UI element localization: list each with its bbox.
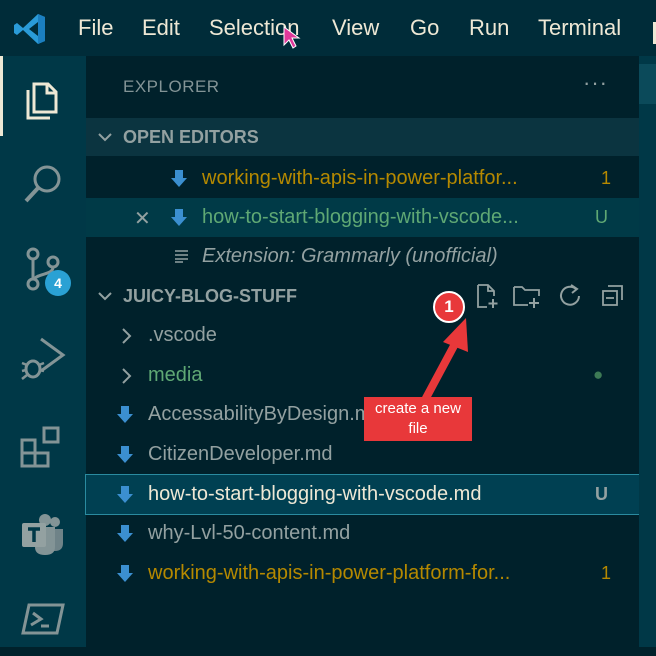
tree-folder-media[interactable]: media ● [86,356,639,395]
activity-powershell[interactable] [0,576,86,656]
menu-file[interactable]: File [78,14,113,42]
editor-edge-scrollbar[interactable] [639,56,656,647]
chevron-right-icon [122,328,132,344]
chevron-right-icon [122,368,132,384]
menu-terminal[interactable]: Terminal [538,14,621,42]
untracked-badge: U [595,207,608,227]
chevron-down-icon [98,133,112,142]
explorer-icon [26,82,58,120]
tree-item-label: media [148,364,203,386]
extensions-icon [20,426,60,468]
preview-lines-icon [175,250,188,263]
tree-item-label: working-with-apis-in-power-platform-for.… [148,562,511,584]
menu-view[interactable]: View [332,14,379,42]
menu-edit[interactable]: Edit [142,14,180,42]
activity-extensions[interactable] [0,404,86,484]
explorer-sidebar: EXPLORER ··· OPEN EDITORS working-with-a… [85,56,640,647]
annotation-callout: create a new file [364,397,472,441]
markdown-download-icon [171,209,187,226]
modified-dot: ● [593,365,604,384]
problem-count: 1 [601,563,612,583]
open-editor-item[interactable]: working-with-apis-in-power-platfor... 1 [86,159,639,198]
tree-file[interactable]: working-with-apis-in-power-platform-for.… [86,554,639,593]
step-number-badge: 1 [433,291,465,323]
tree-item-label: .vscode [148,324,217,346]
menu-bar: File Edit Selection View Go Run Terminal [0,0,656,56]
open-editor-name: working-with-apis-in-power-platfor... [202,167,518,189]
tree-item-label: why-Lvl-50-content.md [148,522,351,544]
new-file-icon[interactable] [474,283,500,309]
open-editor-name: Extension: Grammarly (unofficial) [202,245,498,267]
chevron-down-icon [98,292,112,301]
activity-teams[interactable] [0,492,86,572]
tree-item-label: how-to-start-blogging-with-vscode.md [148,483,482,505]
open-editor-name: how-to-start-blogging-with-vscode... [202,206,519,228]
markdown-download-icon [117,525,133,542]
activity-source-control[interactable]: 4 [0,226,86,306]
tree-file[interactable]: why-Lvl-50-content.md [86,514,639,553]
scroll-thumb[interactable] [639,64,656,104]
activity-explorer[interactable] [0,56,86,136]
markdown-download-icon [117,486,133,503]
tree-file-selected[interactable]: how-to-start-blogging-with-vscode.md U [85,474,640,515]
menu-go[interactable]: Go [410,14,439,42]
folder-label: JUICY-BLOG-STUFF [123,286,297,306]
markdown-download-icon [171,170,187,187]
tree-file[interactable]: AccessabilityByDesign.md [86,395,639,434]
powershell-icon [21,603,65,635]
activity-run-debug[interactable] [0,314,86,394]
problem-count: 1 [601,168,612,188]
markdown-download-icon [117,565,133,582]
menu-run[interactable]: Run [469,14,509,42]
activity-bar: 4 [0,56,86,647]
more-actions-icon[interactable]: ··· [583,70,608,96]
run-debug-icon [21,337,66,380]
activity-search[interactable] [0,142,86,222]
refresh-icon[interactable] [557,283,583,309]
tree-item-label: CitizenDeveloper.md [148,443,333,465]
markdown-download-icon [117,406,133,423]
tree-file[interactable]: CitizenDeveloper.md [86,435,639,474]
collapse-all-icon[interactable] [600,283,626,309]
tree-item-label: AccessabilityByDesign.md [148,403,383,425]
close-icon[interactable]: ✕ [134,206,151,231]
open-editor-item[interactable]: ✕ how-to-start-blogging-with-vscode... U [86,198,639,237]
open-editors-label: OPEN EDITORS [123,127,259,147]
open-editors-header[interactable]: OPEN EDITORS [86,118,639,156]
open-editor-item[interactable]: Extension: Grammarly (unofficial) [86,237,639,276]
teams-icon [22,514,63,555]
explorer-title: EXPLORER [123,77,220,96]
folder-header[interactable]: JUICY-BLOG-STUFF [86,277,639,315]
new-folder-icon[interactable] [512,283,542,309]
vscode-logo-icon [14,14,45,44]
search-icon [24,165,61,203]
markdown-download-icon [117,446,133,463]
untracked-badge: U [595,484,608,504]
mouse-cursor-icon [283,26,301,49]
tree-folder-vscode[interactable]: .vscode [86,316,639,355]
source-control-badge: 4 [45,270,71,296]
